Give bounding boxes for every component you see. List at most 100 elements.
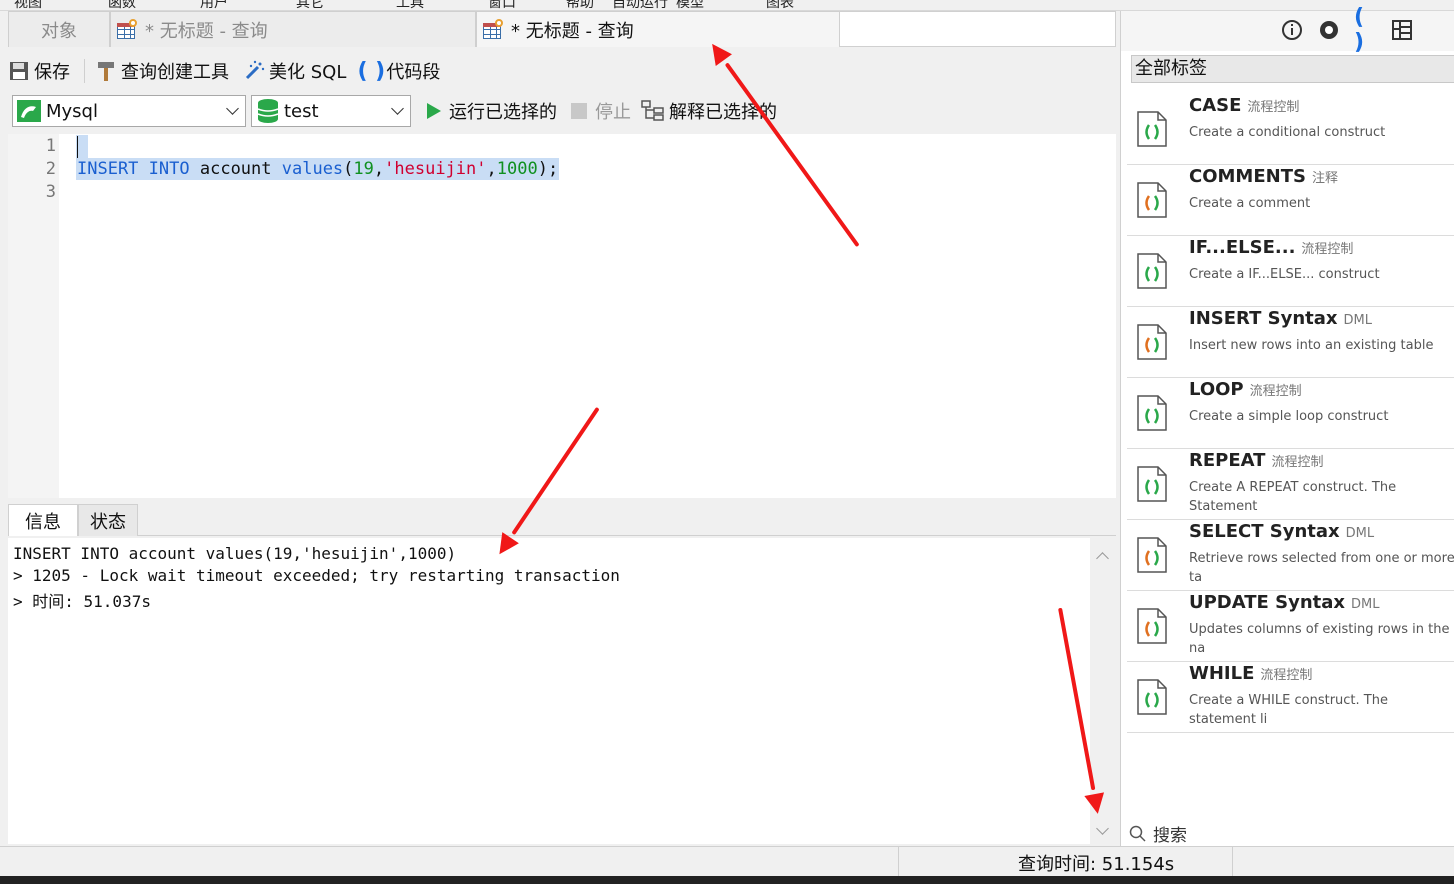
tab-info[interactable]: 信息: [8, 504, 78, 536]
snippet-title: IF...ELSE... 流程控制: [1189, 237, 1353, 258]
snippet-item[interactable]: INSERT Syntax DML Insert new rows into an …: [1127, 306, 1454, 378]
snippet-search[interactable]: 搜索: [1129, 821, 1187, 846]
snippet-category: 流程控制: [1271, 455, 1324, 470]
menu-item[interactable]: 函数: [108, 0, 136, 10]
snippet-name: CASE: [1189, 95, 1242, 116]
snippet-item[interactable]: UPDATE Syntax DML Updates columns of exist…: [1127, 590, 1454, 662]
stop-button[interactable]: 停止: [571, 98, 631, 124]
menu-item[interactable]: 工具: [396, 0, 424, 10]
snippet-category: 流程控制: [1247, 100, 1300, 115]
result-tabs: 信息 状态: [8, 502, 1116, 536]
snippet-title: SELECT Syntax DML: [1189, 521, 1374, 542]
menu-item[interactable]: 图表: [766, 0, 794, 10]
code-token: account: [189, 159, 282, 179]
code-file-icon: [1137, 111, 1167, 147]
beautify-sql-label: 美化 SQL: [269, 62, 347, 83]
sql-code-line[interactable]: INSERT INTO account values(19,'hesuijin'…: [76, 158, 560, 180]
database-select[interactable]: test: [251, 95, 411, 127]
snippet-name: UPDATE Syntax: [1189, 592, 1345, 613]
snippet-title: INSERT Syntax DML: [1189, 308, 1372, 329]
snippet-name: COMMENTS: [1189, 166, 1306, 187]
snippet-title: LOOP 流程控制: [1189, 379, 1302, 400]
snippet-category: DML: [1345, 526, 1375, 541]
beautify-sql-button[interactable]: 美化 SQL: [243, 58, 346, 84]
tag-filter-header[interactable]: 全部标签: [1131, 55, 1454, 83]
code-token: 19: [353, 159, 374, 179]
search-icon: [1129, 825, 1146, 842]
query-toolbar: 保存 查询创建工具 美化 SQL ( ) 代码段: [8, 52, 1116, 90]
menu-item[interactable]: 帮助: [566, 0, 594, 10]
connection-select[interactable]: Mysql: [12, 95, 246, 127]
snippet-panel: ( ) 全部标签 CASE 流程控制 Create a conditional co…: [1120, 5, 1454, 846]
tab-bar: 对象 * 无标题 - 查询 * 无标题 - 查询: [0, 11, 1116, 48]
snippet-category: 注释: [1311, 171, 1338, 186]
query-builder-label: 查询创建工具: [121, 62, 229, 83]
scroll-up-icon[interactable]: [1096, 552, 1109, 565]
save-button[interactable]: 保存: [8, 58, 70, 84]
tab-label: 对象: [41, 20, 77, 42]
code-file-icon: [1137, 608, 1167, 644]
line-number: 3: [45, 182, 56, 202]
code-file-icon: [1137, 324, 1167, 360]
snippet-description: Create a IF...ELSE... construct: [1189, 267, 1380, 282]
snippet-name: INSERT Syntax: [1189, 308, 1338, 329]
message-output: INSERT INTO account values(19,'hesuijin'…: [8, 538, 1116, 844]
snippet-item[interactable]: LOOP 流程控制 Create a simple loop construct: [1127, 377, 1454, 449]
run-selected-button[interactable]: 运行已选择的: [425, 98, 557, 124]
code-file-icon: [1137, 679, 1167, 715]
snippet-item[interactable]: WHILE 流程控制 Create a WHILE construct. The s…: [1127, 661, 1454, 733]
query-builder-button[interactable]: 查询创建工具: [95, 58, 229, 84]
menu-item[interactable]: 模型: [676, 0, 704, 10]
menu-item[interactable]: 自动运行: [612, 0, 668, 10]
mysql-dolphin-icon: [17, 100, 41, 122]
play-icon: [427, 103, 441, 119]
snippet-item[interactable]: COMMENTS 注释 Create a comment: [1127, 164, 1454, 236]
snippet-name: SELECT Syntax: [1189, 521, 1340, 542]
parentheses-icon: ( ): [357, 58, 386, 84]
parentheses-icon[interactable]: ( ): [1354, 5, 1376, 55]
code-snippet-button[interactable]: ( ) 代码段: [357, 58, 441, 84]
tab-label: * 无标题 - 查询: [511, 20, 634, 42]
tab-query-1[interactable]: * 无标题 - 查询: [110, 11, 476, 47]
snippet-item[interactable]: SELECT Syntax DML Retrieve rows selected f…: [1127, 519, 1454, 591]
connection-value: Mysql: [46, 100, 98, 122]
menu-item[interactable]: 用户: [200, 0, 228, 10]
output-line: INSERT INTO account values(19,'hesuijin'…: [13, 544, 457, 563]
snippet-description: Create a conditional construct: [1189, 125, 1386, 140]
menu-item[interactable]: 其它: [296, 0, 324, 10]
scroll-down-icon[interactable]: [1096, 822, 1109, 835]
snippet-item[interactable]: CASE 流程控制 Create a conditional construct: [1127, 93, 1454, 165]
snippet-title: REPEAT 流程控制: [1189, 450, 1323, 471]
code-token: values: [281, 159, 344, 179]
chevron-down-icon: [226, 102, 239, 115]
toolbar-separator: [84, 59, 85, 83]
code-snippet-label: 代码段: [386, 62, 441, 83]
layout-grid-icon[interactable]: [1391, 19, 1413, 41]
tab-objects[interactable]: 对象: [8, 11, 110, 47]
snippet-category: 流程控制: [1260, 668, 1313, 683]
output-line: > 时间: 51.037s: [13, 592, 151, 611]
status-bar: 查询时间: 51.154s: [0, 846, 1454, 877]
stop-label: 停止: [595, 102, 631, 123]
code-file-icon: [1137, 253, 1167, 289]
code-token: 1000: [496, 159, 538, 179]
tab-query-2[interactable]: * 无标题 - 查询: [476, 11, 840, 47]
tab-status[interactable]: 状态: [78, 504, 138, 536]
code-file-icon: [1137, 395, 1167, 431]
tab-empty-area: [839, 11, 1116, 47]
snippet-item[interactable]: IF...ELSE... 流程控制 Create a IF...ELSE... co…: [1127, 235, 1454, 307]
search-placeholder: 搜索: [1153, 826, 1187, 846]
snippet-name: WHILE: [1189, 663, 1255, 684]
menu-item[interactable]: 窗口: [488, 0, 516, 10]
code-file-icon: [1137, 182, 1167, 218]
line-number-gutter: 1 2 3: [8, 134, 59, 498]
eye-icon[interactable]: [1318, 19, 1340, 41]
info-icon[interactable]: [1281, 19, 1303, 41]
snippet-item[interactable]: REPEAT 流程控制 Create A REPEAT construct. The…: [1127, 448, 1454, 520]
hammer-icon: [95, 60, 117, 82]
menu-bar: 视图 函数 用户 其它 工具 窗口 帮助 自动运行 模型 图表: [0, 0, 1454, 11]
snippet-name: REPEAT: [1189, 450, 1266, 471]
menu-item[interactable]: 视图: [14, 0, 42, 10]
code-token: 'hesuijin': [384, 159, 487, 179]
sql-editor[interactable]: 1 2 3 INSERT INTO account values(19,'hes…: [8, 134, 1116, 498]
